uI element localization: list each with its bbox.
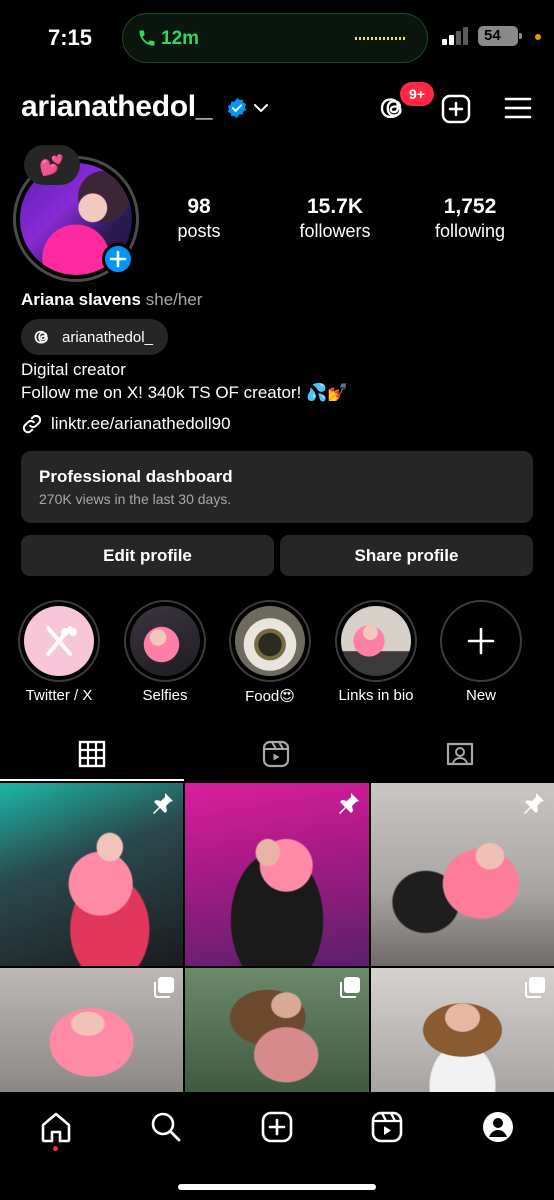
hamburger-menu-icon[interactable] xyxy=(504,96,532,120)
threads-handle: arianathedol_ xyxy=(62,328,153,346)
post-thumbnail[interactable] xyxy=(185,968,369,1092)
plus-icon xyxy=(467,627,495,655)
home-indicator xyxy=(178,1184,376,1190)
note-emoji: 💕 xyxy=(39,155,64,177)
profile-bio: Follow me on X! 340k TS OF creator! 💦💅 xyxy=(21,383,349,402)
notification-badge[interactable]: 9+ xyxy=(400,82,434,106)
cellular-signal-icon xyxy=(442,27,468,45)
following-label: following xyxy=(434,221,506,241)
note-bubble[interactable]: 💕 xyxy=(24,145,80,185)
home-icon[interactable] xyxy=(39,1110,73,1144)
plus-icon xyxy=(109,250,127,268)
threads-profile-chip[interactable]: arianathedol_ xyxy=(21,319,168,355)
pin-icon xyxy=(339,793,359,814)
highlight-cover xyxy=(341,606,411,676)
status-bar: 7:15 12m 54 xyxy=(0,0,554,76)
highlight-label: Twitter / X xyxy=(25,687,93,704)
following-stat[interactable]: 1,752 following xyxy=(405,195,535,242)
search-icon[interactable] xyxy=(149,1110,183,1144)
create-post-icon[interactable] xyxy=(441,94,471,124)
highlight-cover xyxy=(24,606,94,676)
audio-wave-icon xyxy=(355,37,405,40)
battery-level: 54 xyxy=(484,27,501,44)
posts-count: 98 xyxy=(187,195,211,218)
pronouns: she/her xyxy=(145,290,203,309)
grid-icon xyxy=(78,740,106,768)
post-thumbnail[interactable] xyxy=(0,783,183,966)
highlight-food[interactable]: Food😍 xyxy=(229,600,311,705)
link-icon xyxy=(22,414,42,434)
post-thumbnail[interactable] xyxy=(185,783,369,966)
followers-count: 15.7K xyxy=(306,195,364,218)
posts-stat[interactable]: 98 posts xyxy=(134,195,264,242)
x-logo-icon xyxy=(46,626,77,656)
tagged-icon xyxy=(446,742,474,766)
carousel-icon xyxy=(340,977,360,998)
full-name-text: Ariana slavens xyxy=(21,290,142,309)
carousel-icon xyxy=(154,977,174,998)
highlight-label: Selfies xyxy=(142,687,188,704)
highlight-label: Food😍 xyxy=(245,688,295,705)
home-activity-dot xyxy=(53,1146,58,1151)
full-name: Ariana slavens she/her xyxy=(21,290,202,310)
chevron-down-icon[interactable] xyxy=(252,100,270,116)
highlight-cover xyxy=(235,606,305,676)
posts-label: posts xyxy=(177,221,221,241)
dashboard-title: Professional dashboard xyxy=(39,467,233,486)
pin-icon xyxy=(153,793,173,814)
followers-label: followers xyxy=(299,221,371,241)
active-tab-indicator xyxy=(0,779,184,781)
followers-stat[interactable]: 15.7K followers xyxy=(270,195,400,242)
dashboard-subtitle: 270K views in the last 30 days. xyxy=(39,491,232,507)
edit-profile-button[interactable]: Edit profile xyxy=(21,535,274,576)
profile-username[interactable]: arianathedol_ xyxy=(21,90,212,124)
profile-category: Digital creator xyxy=(21,360,126,379)
carousel-icon xyxy=(525,977,545,998)
reels-icon[interactable] xyxy=(370,1110,404,1144)
profile-link[interactable]: linktr.ee/arianathedoll90 xyxy=(21,413,231,435)
share-profile-button[interactable]: Share profile xyxy=(280,535,533,576)
tab-reels[interactable] xyxy=(184,730,368,782)
status-time: 7:15 xyxy=(48,25,93,50)
create-icon[interactable] xyxy=(260,1110,294,1144)
reels-icon xyxy=(262,740,290,768)
highlight-label: New xyxy=(465,687,496,704)
highlight-label: Links in bio xyxy=(338,687,414,704)
following-count: 1,752 xyxy=(443,195,497,218)
profile-icon[interactable] xyxy=(481,1110,515,1144)
post-thumbnail[interactable] xyxy=(371,783,554,966)
post-thumbnail[interactable] xyxy=(0,968,183,1092)
tab-grid[interactable] xyxy=(0,730,184,782)
call-duration: 12m xyxy=(161,28,200,49)
battery-icon: 54 xyxy=(478,26,522,46)
profile-link-text: linktr.ee/arianathedoll90 xyxy=(51,414,231,433)
highlight-twitter[interactable]: Twitter / X xyxy=(18,600,100,704)
add-story-button[interactable] xyxy=(102,243,134,275)
privacy-indicator xyxy=(535,34,541,40)
highlight-links-in-bio[interactable]: Links in bio xyxy=(335,600,417,704)
pin-icon xyxy=(524,793,544,814)
ongoing-call-pill[interactable]: 12m xyxy=(122,13,428,63)
post-thumbnail[interactable] xyxy=(371,968,554,1092)
highlight-selfies[interactable]: Selfies xyxy=(124,600,206,704)
highlight-new[interactable]: New xyxy=(440,600,522,704)
phone-icon xyxy=(139,30,155,46)
threads-icon xyxy=(34,330,48,344)
professional-dashboard[interactable]: Professional dashboard 270K views in the… xyxy=(21,451,533,523)
highlight-cover xyxy=(130,606,200,676)
verified-badge-icon xyxy=(227,97,247,119)
tab-tagged[interactable] xyxy=(368,730,552,782)
